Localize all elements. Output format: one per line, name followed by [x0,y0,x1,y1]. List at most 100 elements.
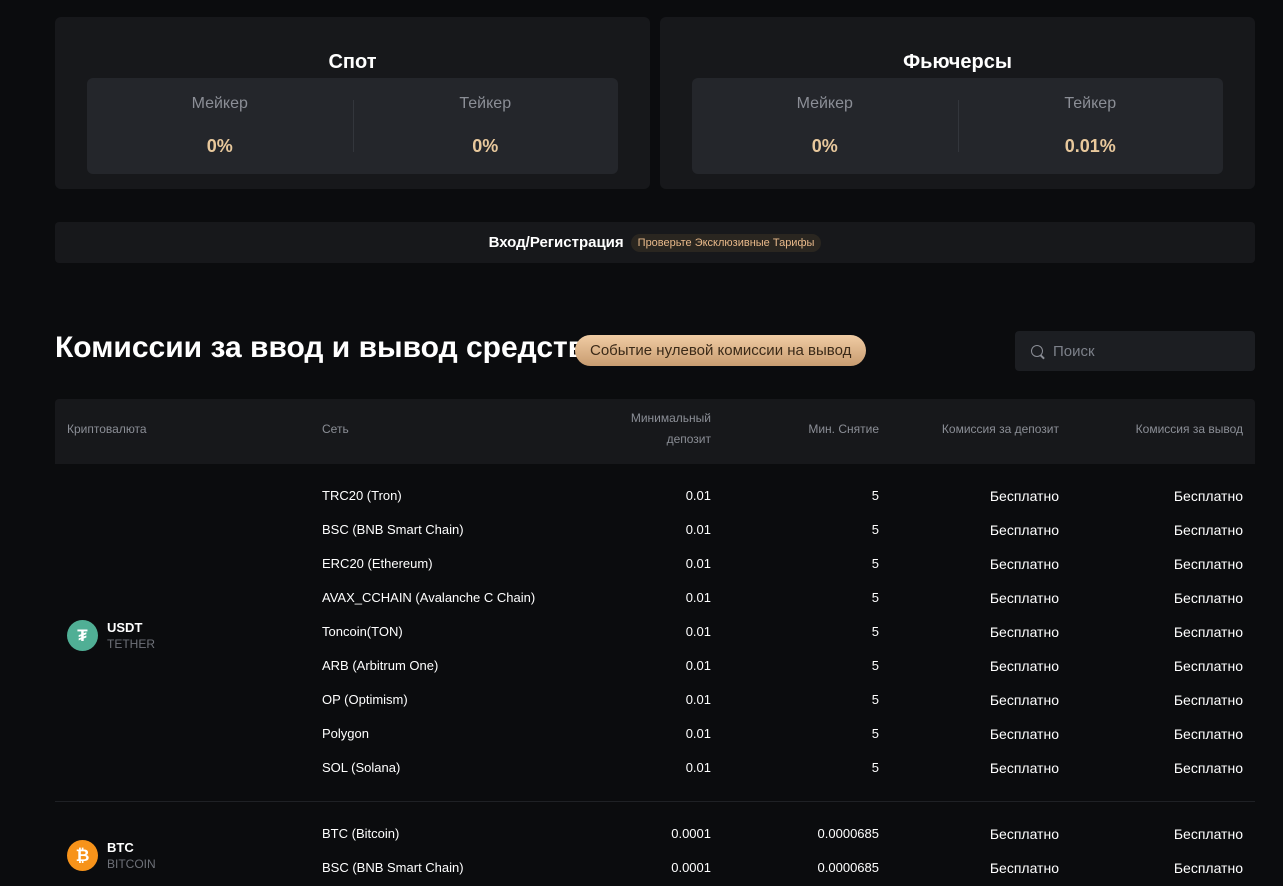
deposit-fee-cell: Бесплатно [989,826,1059,842]
min-deposit-cell: 0.01 [685,726,711,741]
deposit-fee-cell: Бесплатно [989,488,1059,504]
min-deposit-cell: 0.01 [685,556,711,571]
network-cell: Toncoin(TON) [322,624,403,639]
table-row: Polygon 0.01 5 Бесплатно Бесплатно [55,717,1255,751]
table-row: AVAX_CCHAIN (Avalanche C Chain) 0.01 5 Бесп… [55,581,1255,615]
network-cell: SOL (Solana) [322,760,401,775]
table-row: ERC20 (Ethereum) 0.01 5 Бесплатно Бесплатно [55,547,1255,581]
min-deposit-cell: 0.01 [685,590,711,605]
spot-taker-label: Тейкер [459,95,512,112]
table-row: TRC20 (Tron) 0.01 5 Бесплатно Бесплатно [55,479,1255,513]
min-withdraw-cell: 5 [871,556,879,571]
spot-maker: Мейкер 0% [87,78,353,174]
futures-taker: Тейкер 0.01% [957,78,1224,174]
min-deposit-cell: 0.01 [685,488,711,503]
table-header: Криптовалюта Сеть Минимальный депозит Ми… [55,399,1255,464]
min-deposit-cell: 0.01 [685,760,711,775]
withdraw-fee-cell: Бесплатно [1173,826,1243,842]
header-withdraw-fee: Комиссия за вывод [1135,422,1243,436]
withdraw-fee-cell: Бесплатно [1173,522,1243,538]
header-network: Сеть [322,422,349,436]
network-cell: AVAX_CCHAIN (Avalanche C Chain) [322,590,536,605]
deposit-fee-cell: Бесплатно [989,726,1059,742]
coin-group-usdt: ₮ USDT TETHER TRC20 (Tron) 0.01 5 Бесплатно Бес… [55,464,1255,802]
header-min-deposit-line1: Минимальный [630,411,711,425]
deposit-fee-cell: Бесплатно [989,624,1059,640]
min-withdraw-cell: 5 [871,488,879,503]
futures-maker-label: Мейкер [796,95,853,112]
search-box[interactable] [1015,331,1255,371]
withdraw-fee-cell: Бесплатно [1173,556,1243,572]
network-cell: BTC (Bitcoin) [322,826,400,841]
header-min-deposit: Минимальный депозит [591,408,711,450]
min-deposit-cell: 0.0001 [671,826,711,841]
min-withdraw-cell: 5 [871,590,879,605]
withdraw-fee-cell: Бесплатно [1173,590,1243,606]
header-crypto: Криптовалюта [67,422,147,436]
min-withdraw-cell: 5 [871,726,879,741]
network-cell: BSC (BNB Smart Chain) [322,522,464,537]
network-cell: Polygon [322,726,369,741]
spot-fee-card: Спот Мейкер 0% Тейкер 0% [55,17,650,189]
withdraw-fee-cell: Бесплатно [1173,860,1243,876]
futures-title: Фьючерсы [903,51,1012,73]
table-row: OP (Optimism) 0.01 5 Бесплатно Бесплатно [55,683,1255,717]
table-row: ARB (Arbitrum One) 0.01 5 Бесплатно Бесплатн… [55,649,1255,683]
table-row: SOL (Solana) 0.01 5 Бесплатно Бесплатно [55,751,1255,785]
deposit-fee-cell: Бесплатно [989,556,1059,572]
deposit-fee-cell: Бесплатно [989,692,1059,708]
futures-maker: Мейкер 0% [692,78,958,174]
table-row: BSC (BNB Smart Chain) 0.01 5 Бесплатно Беспл… [55,513,1255,547]
min-deposit-cell: 0.01 [685,658,711,673]
table-body: ₮ USDT TETHER TRC20 (Tron) 0.01 5 Бесплатно Бес… [55,464,1255,886]
spot-title: Спот [328,51,377,73]
deposit-fee-cell: Бесплатно [989,860,1059,876]
min-withdraw-cell: 5 [871,658,879,673]
spot-fee-panel: Мейкер 0% Тейкер 0% [87,78,618,174]
table-row: BSC (BNB Smart Chain) 0.0001 0.0000685 Бесп… [55,851,1255,885]
search-icon [1031,345,1043,357]
network-cell: BSC (BNB Smart Chain) [322,860,464,875]
withdraw-fee-cell: Бесплатно [1173,658,1243,674]
min-withdraw-cell: 5 [871,692,879,707]
search-input[interactable] [1053,342,1243,360]
min-deposit-cell: 0.01 [685,692,711,707]
futures-taker-label: Тейкер [1064,95,1117,112]
header-min-withdraw: Мин. Снятие [808,422,879,436]
min-withdraw-cell: 0.0000685 [817,826,879,841]
withdraw-fee-cell: Бесплатно [1173,760,1243,776]
min-withdraw-cell: 0.0000685 [817,860,879,875]
withdraw-fee-cell: Бесплатно [1173,692,1243,708]
coin-group-btc: ₿ BTC BITCOIN BTC (Bitcoin) 0.0001 0.0000685 Б… [55,802,1255,886]
futures-fee-panel: Мейкер 0% Тейкер 0.01% [692,78,1223,174]
login-bar: Вход/Регистрация Проверьте Эксклюзивные … [55,222,1255,263]
min-deposit-cell: 0.0001 [671,860,711,875]
zero-fee-event-button[interactable]: Событие нулевой комиссии на вывод [575,335,867,366]
header-min-deposit-line2: депозит [666,432,711,446]
table-row: BTC (Bitcoin) 0.0001 0.0000685 Бесплатно Бес… [55,817,1255,851]
network-cell: OP (Optimism) [322,692,408,707]
spot-maker-label: Мейкер [191,95,248,112]
deposit-fee-cell: Бесплатно [989,658,1059,674]
spot-taker-value: 0% [472,136,499,156]
deposit-fee-cell: Бесплатно [989,590,1059,606]
table-row: Toncoin(TON) 0.01 5 Бесплатно Бесплатно [55,615,1255,649]
min-withdraw-cell: 5 [871,624,879,639]
min-deposit-cell: 0.01 [685,624,711,639]
section-title: Комиссии за ввод и вывод средств [55,331,587,364]
withdraw-fee-cell: Бесплатно [1173,488,1243,504]
futures-maker-value: 0% [811,136,838,156]
min-withdraw-cell: 5 [871,522,879,537]
withdraw-fee-cell: Бесплатно [1173,726,1243,742]
network-cell: ARB (Arbitrum One) [322,658,439,673]
min-withdraw-cell: 5 [871,760,879,775]
futures-taker-value: 0.01% [1064,136,1116,156]
exclusive-rates-badge[interactable]: Проверьте Эксклюзивные Тарифы [630,233,822,252]
network-cell: ERC20 (Ethereum) [322,556,433,571]
login-register-link[interactable]: Вход/Регистрация [489,234,624,251]
spot-taker: Тейкер 0% [352,78,619,174]
min-deposit-cell: 0.01 [685,522,711,537]
network-cell: TRC20 (Tron) [322,488,402,503]
header-deposit-fee: Комиссия за депозит [941,422,1059,436]
deposit-fee-cell: Бесплатно [989,760,1059,776]
